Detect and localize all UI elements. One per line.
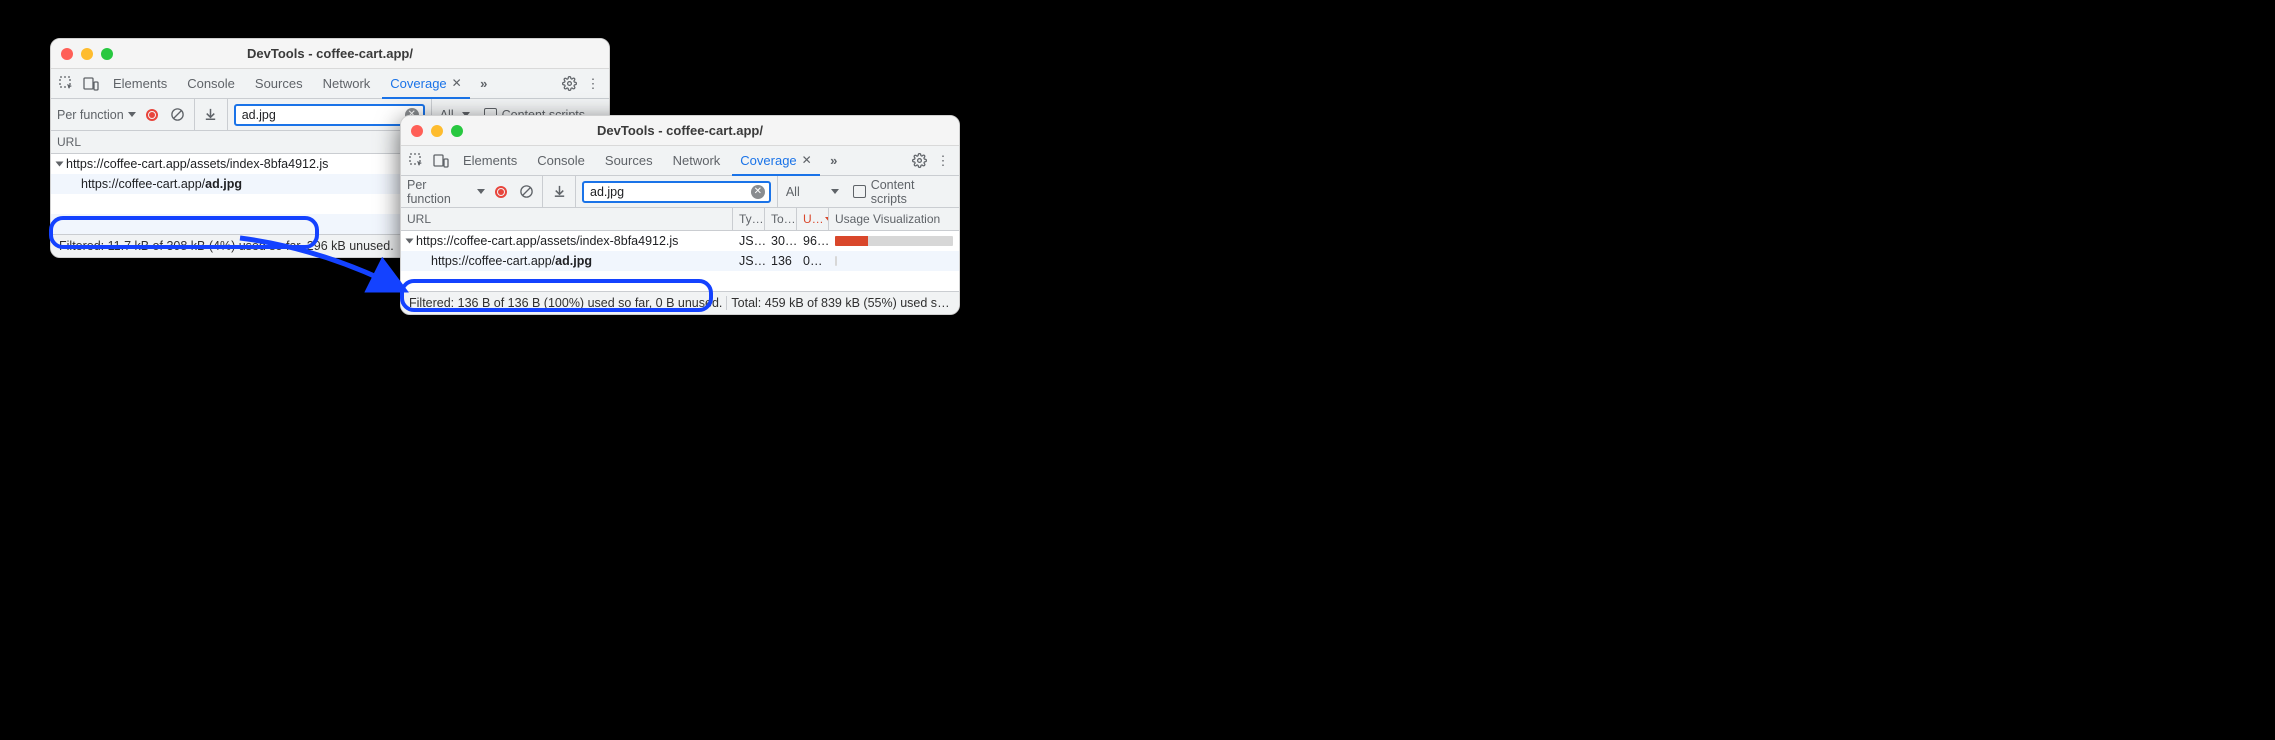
tab-elements[interactable]: Elements [455, 146, 525, 176]
status-filtered: Filtered: 136 B of 136 B (100%) used so … [405, 296, 726, 310]
type-filter-select[interactable]: All [777, 176, 847, 207]
window-minimize-button[interactable] [81, 48, 93, 60]
col-url[interactable]: URL [401, 208, 733, 230]
chevron-down-icon [477, 189, 485, 194]
cell-type: JS… [733, 251, 765, 271]
export-button[interactable] [549, 182, 569, 202]
tab-coverage[interactable]: Coverage ✕ [732, 146, 819, 176]
url-text: https://coffee-cart.app/assets/index-8bf… [66, 157, 328, 171]
col-type[interactable]: Ty… [733, 208, 765, 230]
content-scripts-label: Content scripts [871, 178, 953, 206]
clear-filter-icon[interactable]: ✕ [751, 185, 765, 199]
window-zoom-button[interactable] [451, 125, 463, 137]
cell-total: 30… [765, 231, 797, 251]
gear-icon[interactable] [909, 151, 929, 171]
gear-icon[interactable] [559, 74, 579, 94]
url-text: https://coffee-cart.app/ad.jpg [81, 177, 242, 191]
col-unused[interactable]: U… [797, 208, 829, 230]
chevron-down-icon [831, 189, 839, 194]
url-text: https://coffee-cart.app/ad.jpg [431, 254, 592, 268]
device-toolbar-icon[interactable] [431, 151, 451, 171]
tab-coverage[interactable]: Coverage ✕ [382, 69, 469, 99]
checkbox-icon [853, 185, 866, 198]
col-total[interactable]: To… [765, 208, 797, 230]
clear-button[interactable] [168, 105, 188, 125]
device-toolbar-icon[interactable] [81, 74, 101, 94]
tab-console[interactable]: Console [529, 146, 593, 176]
col-viz[interactable]: Usage Visualization [829, 208, 959, 230]
record-button[interactable] [142, 105, 162, 125]
cell-type: JS… [733, 231, 765, 251]
window-title: DevTools - coffee-cart.app/ [51, 46, 609, 61]
tab-network[interactable]: Network [665, 146, 729, 176]
granularity-label: Per function [407, 178, 473, 206]
window-minimize-button[interactable] [431, 125, 443, 137]
more-tabs-icon[interactable]: » [824, 151, 844, 171]
record-button[interactable] [491, 182, 511, 202]
kebab-menu-icon[interactable]: ⋮ [933, 151, 953, 171]
filter-input[interactable]: ✕ [582, 181, 771, 203]
table-row[interactable]: https://coffee-cart.app/assets/index-8bf… [401, 231, 959, 251]
table-header: URL Ty… To… U… Usage Visualization [401, 208, 959, 231]
url-text: https://coffee-cart.app/assets/index-8bf… [416, 234, 678, 248]
export-button[interactable] [201, 105, 221, 125]
filter-input-field[interactable] [240, 107, 405, 123]
status-bar: Filtered: 136 B of 136 B (100%) used so … [401, 291, 959, 314]
tab-coverage-label: Coverage [390, 76, 446, 91]
window-zoom-button[interactable] [101, 48, 113, 60]
granularity-select[interactable]: Per function [407, 178, 485, 206]
status-filtered: Filtered: 11.7 kB of 308 kB (4%) used so… [55, 239, 398, 253]
table-row-empty [401, 271, 959, 291]
cell-unused: 0… [797, 251, 829, 271]
disclosure-triangle-icon[interactable] [406, 239, 414, 244]
inspect-icon[interactable] [407, 151, 427, 171]
chevron-down-icon [128, 112, 136, 117]
tab-sources[interactable]: Sources [597, 146, 661, 176]
cell-unused: 96… [797, 231, 829, 251]
tab-elements[interactable]: Elements [105, 69, 175, 99]
tabs-bar: Elements Console Sources Network Coverag… [401, 146, 959, 176]
table-row[interactable]: https://coffee-cart.app/ad.jpg JS… 136 0… [401, 251, 959, 271]
disclosure-triangle-icon[interactable] [56, 162, 64, 167]
granularity-select[interactable]: Per function [57, 108, 136, 122]
tab-network[interactable]: Network [315, 69, 379, 99]
window-close-button[interactable] [61, 48, 73, 60]
type-filter-label: All [786, 185, 800, 199]
tab-console[interactable]: Console [179, 69, 243, 99]
cell-total: 136 [765, 251, 797, 271]
window-close-button[interactable] [411, 125, 423, 137]
kebab-menu-icon[interactable]: ⋮ [583, 74, 603, 94]
devtools-window-after: DevTools - coffee-cart.app/ Elements Con… [400, 115, 960, 315]
coverage-table: https://coffee-cart.app/assets/index-8bf… [401, 231, 959, 291]
window-title: DevTools - coffee-cart.app/ [401, 123, 959, 138]
tab-sources[interactable]: Sources [247, 69, 311, 99]
more-tabs-icon[interactable]: » [474, 74, 494, 94]
filter-input[interactable]: ✕ [234, 104, 425, 126]
inspect-icon[interactable] [57, 74, 77, 94]
tabs-bar: Elements Console Sources Network Coverag… [51, 69, 609, 99]
filter-input-field[interactable] [588, 184, 751, 200]
titlebar: DevTools - coffee-cart.app/ [51, 39, 609, 69]
tab-coverage-label: Coverage [740, 153, 796, 168]
titlebar: DevTools - coffee-cart.app/ [401, 116, 959, 146]
status-total: Total: 459 kB of 839 kB (55%) used so fa… [726, 296, 955, 310]
close-icon[interactable]: ✕ [802, 153, 812, 167]
cell-viz [829, 231, 959, 251]
coverage-toolbar: Per function ✕ All Content scripts [401, 176, 959, 208]
content-scripts-checkbox[interactable]: Content scripts [853, 178, 953, 206]
clear-button[interactable] [517, 182, 537, 202]
cell-viz [829, 251, 959, 271]
granularity-label: Per function [57, 108, 124, 122]
close-icon[interactable]: ✕ [452, 76, 462, 90]
